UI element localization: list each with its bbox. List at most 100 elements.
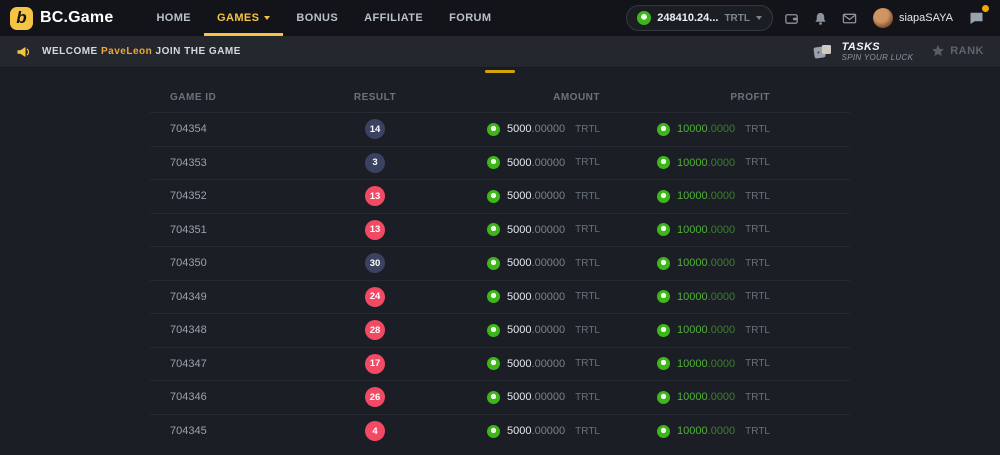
result-cell: 13 [320,186,430,206]
star-icon [931,44,945,58]
result-badge: 26 [365,387,385,407]
bell-icon [813,11,828,26]
game-id-cell: 704351 [150,224,320,236]
amount-cell: 5000.00000 TRTL [430,123,640,136]
announcement-bar: WELCOME PaveLeon JOIN THE GAME TASKS SPI… [0,36,1000,68]
amount-value: 5000.00000 [507,291,565,303]
table-row[interactable]: 704348 28 5000.00000 TRTL 10000.0000 TRT… [150,314,850,348]
trtl-coin-icon [657,156,670,169]
wallet-button[interactable] [782,8,802,28]
result-cell: 4 [320,421,430,441]
trtl-coin-icon [487,425,500,438]
trtl-coin-icon [487,190,500,203]
amount-value: 5000.00000 [507,358,565,370]
notification-badge [981,4,990,13]
nav-item-games-label: GAMES [217,12,259,24]
amount-cell: 5000.00000 TRTL [430,391,640,404]
game-id-cell: 704350 [150,257,320,269]
chat-button[interactable] [964,7,988,29]
trtl-coin-icon [637,11,651,25]
megaphone-icon [16,44,32,60]
amount-value: 5000.00000 [507,391,565,403]
table-row[interactable]: 704352 13 5000.00000 TRTL 10000.0000 TRT… [150,180,850,214]
amount-cell: 5000.00000 TRTL [430,156,640,169]
ticker-right: TASKS SPIN YOUR LUCK RANK [812,41,984,63]
profit-cell: 10000.0000 TRTL [640,156,850,169]
table-row[interactable]: 704350 30 5000.00000 TRTL 10000.0000 TRT… [150,247,850,281]
envelope-icon [842,11,857,26]
welcome-suffix: JOIN THE GAME [152,46,241,57]
messages-button[interactable] [840,8,860,28]
table-row[interactable]: 704347 17 5000.00000 TRTL 10000.0000 TRT… [150,348,850,382]
amount-currency-label: TRTL [575,325,600,336]
nav-item-home[interactable]: HOME [143,0,204,36]
trtl-coin-icon [657,190,670,203]
amount-cell: 5000.00000 TRTL [430,357,640,370]
amount-value: 5000.00000 [507,224,565,236]
tasks-text: TASKS SPIN YOUR LUCK [842,41,914,63]
bc-game-logo[interactable]: b BC.Game [10,0,113,36]
notifications-button[interactable] [811,8,831,28]
nav-item-forum[interactable]: FORUM [436,0,504,36]
trtl-coin-icon [657,357,670,370]
result-cell: 3 [320,153,430,173]
welcome-username: PaveLeon [101,46,152,57]
amount-cell: 5000.00000 TRTL [430,257,640,270]
balance-selector[interactable]: 248410.24... TRTL [626,5,773,31]
trtl-coin-icon [657,391,670,404]
result-cell: 30 [320,253,430,273]
top-bar: b BC.Game HOME GAMES BONUS AFFILIATE FOR… [0,0,1000,36]
nav-item-affiliate[interactable]: AFFILIATE [351,0,436,36]
table-row[interactable]: 704351 13 5000.00000 TRTL 10000.0000 TRT… [150,214,850,248]
game-id-cell: 704347 [150,358,320,370]
chat-bubble-icon [968,10,985,26]
avatar [873,8,893,28]
profit-cell: 10000.0000 TRTL [640,123,850,136]
main-nav: HOME GAMES BONUS AFFILIATE FORUM [143,0,504,36]
tasks-dice-icon [812,41,834,61]
table-row[interactable]: 704346 26 5000.00000 TRTL 10000.0000 TRT… [150,381,850,415]
top-right-cluster: 248410.24... TRTL siapaSAYA [626,0,988,36]
page: b BC.Game HOME GAMES BONUS AFFILIATE FOR… [0,0,1000,455]
column-header-game-id: GAME ID [150,92,320,103]
amount-currency-label: TRTL [575,291,600,302]
result-badge: 30 [365,253,385,273]
column-header-profit: PROFIT [640,92,850,103]
trtl-coin-icon [657,257,670,270]
nav-item-bonus[interactable]: BONUS [283,0,351,36]
amount-value: 5000.00000 [507,190,565,202]
balance-amount: 248410.24... [657,12,718,24]
trtl-coin-icon [487,357,500,370]
amount-value: 5000.00000 [507,157,565,169]
nav-item-games[interactable]: GAMES [204,0,283,36]
tasks-button[interactable]: TASKS SPIN YOUR LUCK [812,41,914,63]
profit-cell: 10000.0000 TRTL [640,324,850,337]
table-row[interactable]: 704349 24 5000.00000 TRTL 10000.0000 TRT… [150,281,850,315]
welcome-prefix: WELCOME [42,46,101,57]
profit-value: 10000.0000 [677,291,735,303]
result-cell: 28 [320,320,430,340]
table-row[interactable]: 704345 4 5000.00000 TRTL 10000.0000 TRTL [150,415,850,449]
game-id-cell: 704348 [150,324,320,336]
user-menu[interactable]: siapaSAYA [873,8,953,28]
result-cell: 26 [320,387,430,407]
rank-button[interactable]: RANK [931,44,984,58]
chevron-down-icon [756,16,762,20]
profit-value: 10000.0000 [677,257,735,269]
table-row[interactable]: 704353 3 5000.00000 TRTL 10000.0000 TRTL [150,147,850,181]
game-id-cell: 704352 [150,190,320,202]
trtl-coin-icon [657,223,670,236]
profit-value: 10000.0000 [677,190,735,202]
chevron-down-icon [264,16,270,20]
profit-cell: 10000.0000 TRTL [640,223,850,236]
trtl-coin-icon [487,156,500,169]
profit-currency-label: TRTL [745,258,770,269]
game-id-cell: 704349 [150,291,320,303]
profit-value: 10000.0000 [677,324,735,336]
profit-cell: 10000.0000 TRTL [640,257,850,270]
amount-value: 5000.00000 [507,425,565,437]
result-cell: 14 [320,119,430,139]
tasks-title: TASKS [842,41,914,54]
table-row[interactable]: 704354 14 5000.00000 TRTL 10000.0000 TRT… [150,113,850,147]
amount-currency-label: TRTL [575,224,600,235]
